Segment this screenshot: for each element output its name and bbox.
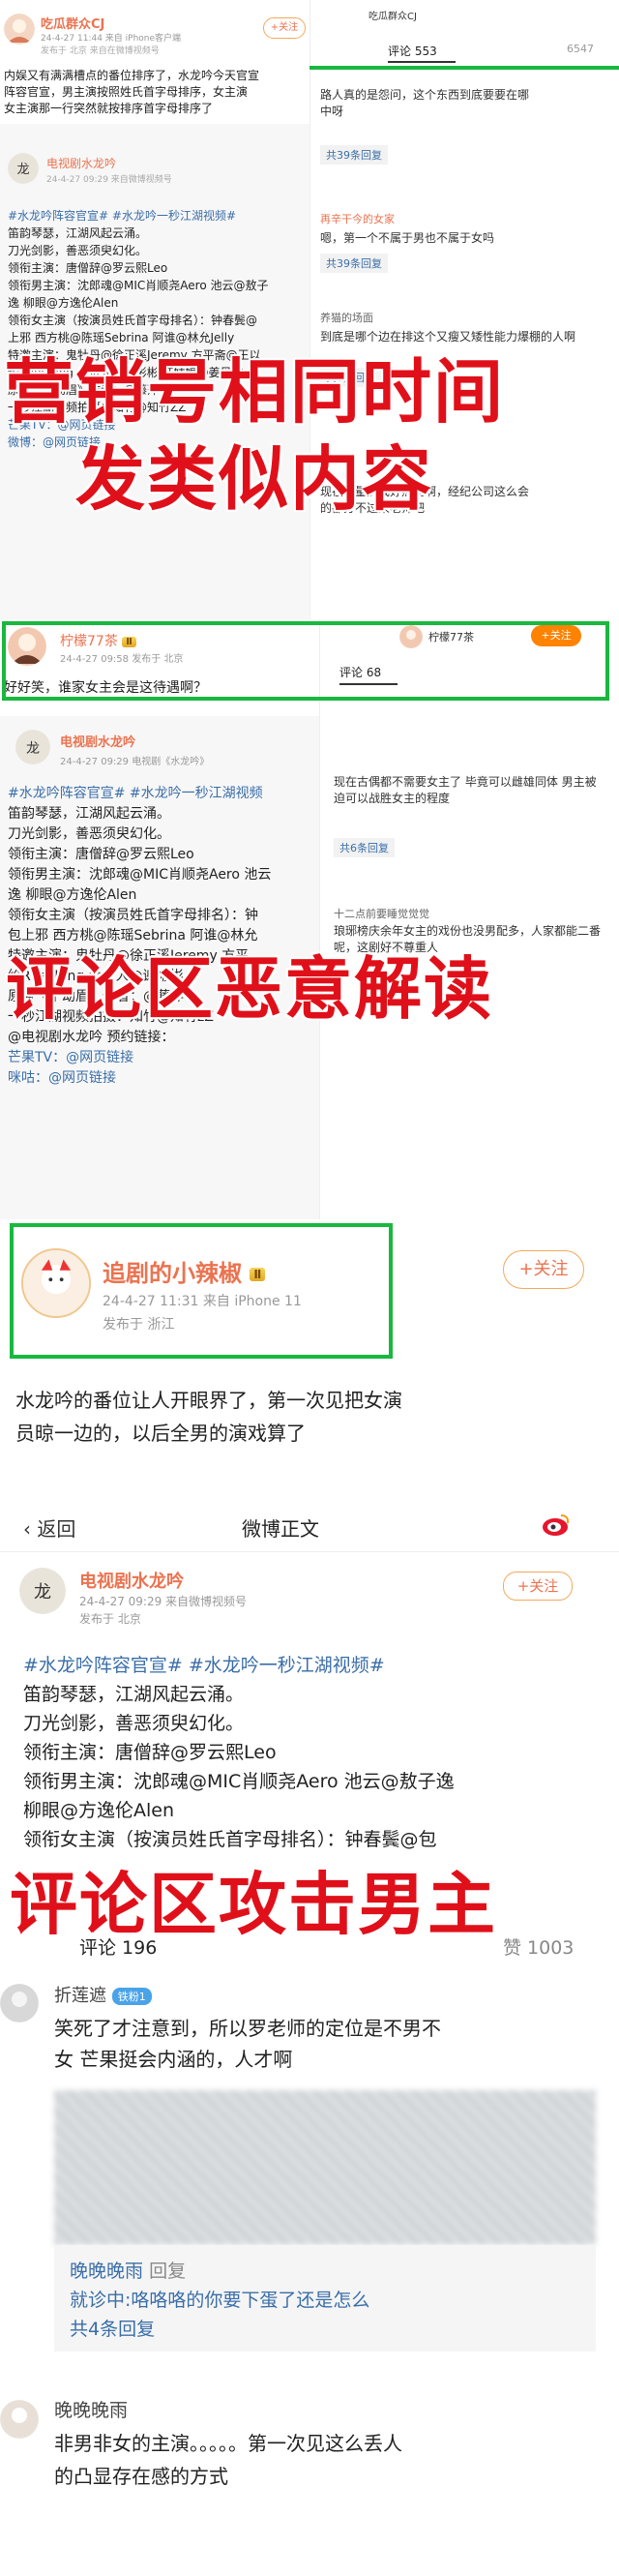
repost-meta-2: 发布于 北京 <box>79 1612 141 1626</box>
svg-text:龙: 龙 <box>16 163 29 177</box>
chevron-left-icon: ‹ <box>23 1517 31 1541</box>
comment-text: 非男非女的主演。。。。。第一次见这么丢人 的凸显存在感的方式 <box>54 2432 402 2488</box>
comment-author[interactable]: 养猫的场面 <box>320 310 373 325</box>
tab-bar: 评论 196 赞 1003 <box>0 1926 619 1964</box>
post-meta-2: 发布于 北京 来自在微博视频号 <box>41 46 160 56</box>
reply-text: 就诊中:咯咯咯的你要下蛋了还是怎么 <box>70 2290 370 2311</box>
commenter-avatar[interactable] <box>0 2400 39 2439</box>
overlay-marketing-line1: 营销号相同时间 <box>4 351 506 433</box>
blurred-region <box>54 2090 596 2245</box>
back-button[interactable]: ‹ 返回 <box>23 1513 75 1542</box>
comments-header: 吃瓜群众CJ 评论 553 6547 <box>310 0 619 68</box>
comment-item: 现在古偶都不需要女主了 毕竟可以雌雄同体 男主被迫可以战胜女主的程度 <box>334 775 597 805</box>
section-attack: 追剧的小辣椒 Ⅱ 24-4-27 11:31 来自 iPhone 11 发布于 … <box>0 1219 619 2576</box>
replies-link[interactable]: 共6条回复 <box>334 838 395 857</box>
reply-preview: 晚晚晚雨 回复 就诊中:咯咯咯的你要下蛋了还是怎么 共4条回复 <box>54 2245 596 2351</box>
repost-avatar[interactable]: 龙 <box>8 153 39 184</box>
commenter-name[interactable]: 晚晚晚雨 <box>54 2396 128 2422</box>
post-meta: 24-4-27 11:31 来自 iPhone 11 <box>103 1294 302 1309</box>
svg-text:龙: 龙 <box>34 1582 51 1603</box>
repost-text: #水龙吟阵容官宣# #水龙吟一秒江湖视频 笛韵琴瑟，江湖风起云涌。 刀光剑影，善… <box>8 786 272 1086</box>
nav-bar: ‹ 返回 微博正文 <box>0 1500 619 1552</box>
tab-comments[interactable]: 评论 196 <box>79 1933 157 1960</box>
repost-text: #水龙吟阵容官宣# #水龙吟一秒江湖视频# 笛韵琴瑟，江湖风起云涌。 刀光剑影，… <box>23 1655 455 1850</box>
comment-item: 路人真的是怨问，这个东西到底要要在哪 中呀 <box>320 88 530 118</box>
commenter-name[interactable]: 折莲遮 铁粉1 <box>54 1982 152 2007</box>
fan-badge: 铁粉1 <box>111 1988 152 2005</box>
nav-title: 微博正文 <box>242 1517 319 1541</box>
section-title: 吃瓜群众CJ <box>368 12 417 22</box>
reply-line[interactable]: 晚晚晚雨 回复 <box>70 2257 580 2286</box>
account-name[interactable]: 追剧的小辣椒 Ⅱ <box>103 1254 266 1288</box>
green-frame-line <box>310 66 619 70</box>
comment-text: 笑死了才注意到，所以罗老师的定位是不男不 女 芒果挺会内涵的，人才啊 <box>54 2017 441 2071</box>
tab-likes[interactable]: 赞 1003 <box>503 1933 574 1960</box>
section-marketing: 吃瓜群众CJ 24-4-27 11:44 来自 iPhone客户端 发布于 北京… <box>0 0 619 619</box>
post-text: 水龙吟的番位让人开眼界了，第一次见把女演 员晾一边的，以后全男的演戏算了 <box>15 1389 402 1445</box>
left-post-screenshot: 柠檬77茶 Ⅱ 24-4-27 09:58 发布于 北京 好好笑，谁家女主会是这… <box>0 619 319 1219</box>
right-comments-screenshot: 吃瓜群众CJ 评论 553 6547 路人真的是怨问，这个东西到底要要在哪 中呀… <box>310 0 619 619</box>
comment-item: 到底是哪个边在排这个又瘦又矮性能力爆棚的人啊 <box>320 330 576 344</box>
avatar[interactable] <box>21 1248 91 1318</box>
section-malicious: 柠檬77茶 Ⅱ 24-4-27 09:58 发布于 北京 好好笑，谁家女主会是这… <box>0 619 619 1219</box>
follow-button[interactable]: +关注 <box>263 17 306 39</box>
follow-button[interactable]: +关注 <box>503 1250 584 1289</box>
overlay-marketing-line2: 发类似内容 <box>75 438 434 520</box>
post-meta: 24-4-27 11:44 来自 iPhone客户端 <box>41 34 182 44</box>
repost-meta: 24-4-27 09:29 来自微博视频号 <box>79 1595 248 1608</box>
rank-badge: Ⅱ <box>250 1268 266 1281</box>
follow-button[interactable]: +关注 <box>503 1572 573 1601</box>
tab-underline <box>388 61 456 63</box>
left-post-screenshot: 吃瓜群众CJ 24-4-27 11:44 来自 iPhone客户端 发布于 北京… <box>0 0 310 619</box>
comment-author[interactable]: 十二点前要睡觉觉觉 <box>334 906 429 921</box>
comment-author[interactable]: 再辛干今的女家 <box>320 211 395 226</box>
repost-avatar[interactable]: 龙 <box>15 730 50 764</box>
repost-account[interactable]: 电视剧水龙吟 <box>79 1568 184 1593</box>
commenter-avatar[interactable] <box>0 1984 39 2022</box>
account-name[interactable]: 吃瓜群众CJ <box>41 14 104 32</box>
repost-meta: 24-4-27 09:29 电视剧《水龙吟》 <box>60 757 210 767</box>
replies-link[interactable]: 共39条回复 <box>320 145 388 165</box>
svg-text:龙: 龙 <box>26 741 40 757</box>
weibo-logo-icon[interactable] <box>542 1512 571 1537</box>
repost-meta: 24-4-27 09:29 来自微博视频号 <box>46 175 172 185</box>
tab-comments[interactable]: 评论 553 <box>388 43 437 59</box>
post-text: 内娱又有满满槽点的番位排序了，水龙吟今天官宣 阵容官宣，男主演按照姓氏首字母排序… <box>4 69 260 115</box>
overlay-malicious: 评论区恶意解读 <box>6 949 493 1029</box>
repost-account[interactable]: 电视剧水龙吟 <box>60 732 135 750</box>
right-comments-screenshot: 柠檬77茶 +关注 评论 68 现在古偶都不需要女主了 毕竟可以雌雄同体 男主被… <box>319 619 619 1219</box>
comment-item: 嗯，第一个不属于男也不属于女吗 <box>320 231 495 245</box>
avatar[interactable] <box>4 14 35 45</box>
post-meta-2: 发布于 浙江 <box>103 1317 175 1333</box>
repost-account[interactable]: 电视剧水龙吟 <box>46 155 116 171</box>
replies-link[interactable]: 共39条回复 <box>320 254 388 273</box>
replies-link[interactable]: 共4条回复 <box>70 2315 580 2344</box>
repost-avatar[interactable]: 龙 <box>19 1568 66 1614</box>
highlight-frame <box>2 621 609 701</box>
likes-count[interactable]: 6547 <box>567 43 594 55</box>
